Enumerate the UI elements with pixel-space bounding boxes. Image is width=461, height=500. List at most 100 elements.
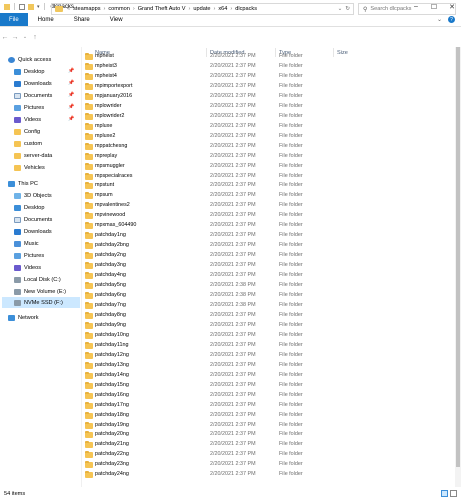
file-name: patchday13ng: [95, 361, 129, 368]
folder-icon: [85, 212, 93, 220]
table-row[interactable]: mpreplay 2/20/2021 2:37 PM File folder: [82, 152, 461, 161]
table-row[interactable]: mpspecialraces 2/20/2021 2:37 PM File fold…: [82, 172, 461, 181]
table-row[interactable]: patchday2ng 2/20/2021 2:37 PM File folder: [82, 252, 461, 260]
file-type: File folder: [279, 371, 303, 378]
nav-downloads[interactable]: Downloads: [14, 78, 52, 89]
table-row[interactable]: mpsmuggler 2/20/2021 2:37 PM File folder: [82, 162, 461, 171]
table-row[interactable]: patchday8ng 2/20/2021 2:37 PM File folder: [82, 311, 461, 320]
nav-videos[interactable]: Videos: [14, 114, 41, 125]
table-row[interactable]: patchday13ng 2/20/2021 2:37 PM File folder: [82, 361, 461, 370]
nav-desktop[interactable]: Desktop: [14, 66, 45, 77]
search-box[interactable]: ⚲: [358, 3, 456, 15]
table-row[interactable]: patchday10ng 2/20/2021 2:37 PM File folder: [82, 331, 461, 340]
table-row[interactable]: mpvalentines2 2/20/2021 2:37 PM File folde…: [82, 202, 461, 210]
nav-pc-documents[interactable]: Documents: [14, 214, 52, 225]
nav-pc-pictures[interactable]: Pictures: [14, 250, 44, 261]
nav-custom[interactable]: custom: [14, 138, 42, 149]
large-icons-view-icon[interactable]: [450, 490, 457, 497]
table-row[interactable]: mpheist 2/20/2021 2:37 PM File folder: [82, 53, 461, 61]
table-row[interactable]: patchday23ng 2/20/2021 2:37 PM File folder: [82, 461, 461, 469]
recent-locations-icon[interactable]: ⌄: [20, 34, 30, 40]
nav-quick-access[interactable]: Quick access: [8, 54, 51, 65]
new-folder-icon[interactable]: [28, 3, 34, 10]
nav-local-disk-c[interactable]: Local Disk (C:): [14, 274, 61, 285]
file-date: 2/20/2021 2:37 PM: [210, 351, 256, 358]
file-name: patchday12ng: [95, 351, 129, 358]
pin-icon: 📌: [68, 80, 75, 86]
vertical-scrollbar[interactable]: [455, 47, 461, 487]
table-row[interactable]: patchday5ng 2/20/2021 2:38 PM File folder: [82, 282, 461, 290]
nav-3d-objects[interactable]: 3D Objects: [14, 190, 52, 201]
nav-vehicles[interactable]: Vehicles: [14, 162, 45, 173]
table-row[interactable]: mpjanuary2016 2/20/2021 2:37 PM File folde…: [82, 92, 461, 101]
table-row[interactable]: patchday17ng 2/20/2021 2:37 PM File folder: [82, 401, 461, 410]
table-row[interactable]: patchday9ng 2/20/2021 2:37 PM File folder: [82, 321, 461, 330]
address-bar[interactable]: « steamapps › common › Grand Theft Auto …: [51, 3, 354, 15]
nav-pictures[interactable]: Pictures: [14, 102, 44, 113]
scrollbar-thumb[interactable]: [456, 47, 460, 467]
table-row[interactable]: patchday12ng 2/20/2021 2:37 PM File folder: [82, 351, 461, 360]
help-icon[interactable]: ?: [448, 16, 455, 23]
up-button[interactable]: ↑: [30, 34, 40, 41]
breadcrumb-gtav[interactable]: Grand Theft Auto V: [136, 6, 188, 12]
nav-nvme-ssd-f[interactable]: NVMe SSD (F:): [2, 297, 80, 308]
back-button[interactable]: ←: [0, 34, 10, 41]
table-row[interactable]: patchday6ng 2/20/2021 2:38 PM File folder: [82, 292, 461, 300]
table-row[interactable]: patchday20ng 2/20/2021 2:37 PM File folder: [82, 431, 461, 439]
table-row[interactable]: mpluxe2 2/20/2021 2:37 PM File folder: [82, 132, 461, 141]
properties-icon[interactable]: [19, 3, 25, 10]
nav-pc-videos[interactable]: Videos: [14, 262, 41, 273]
table-row[interactable]: patchday18ng 2/20/2021 2:37 PM File folder: [82, 411, 461, 420]
table-row[interactable]: patchday21ng 2/20/2021 2:37 PM File folder: [82, 441, 461, 449]
table-row[interactable]: patchday2bng 2/20/2021 2:37 PM File folder: [82, 242, 461, 250]
tab-file[interactable]: File: [0, 13, 28, 26]
expand-ribbon-icon[interactable]: ⌄: [437, 16, 442, 23]
nav-pc-downloads[interactable]: Downloads: [14, 226, 52, 237]
nav-network[interactable]: Network: [8, 312, 39, 323]
nav-server-data[interactable]: server-data: [14, 150, 52, 161]
table-row[interactable]: mpheist3 2/20/2021 2:37 PM File folder: [82, 62, 461, 71]
table-row[interactable]: patchday24ng 2/20/2021 2:37 PM File folder: [82, 471, 461, 479]
table-row[interactable]: mpluxe 2/20/2021 2:37 PM File folder: [82, 122, 461, 131]
table-row[interactable]: mplowrider 2/20/2021 2:37 PM File folder: [82, 102, 461, 111]
table-row[interactable]: mpheist4 2/20/2021 2:37 PM File folder: [82, 72, 461, 81]
table-row[interactable]: mpimportexport 2/20/2021 2:37 PM File fold…: [82, 82, 461, 91]
forward-button[interactable]: →: [10, 34, 20, 41]
table-row[interactable]: mpvinewood 2/20/2021 2:37 PM File folder: [82, 212, 461, 220]
table-row[interactable]: mplowrider2 2/20/2021 2:37 PM File folder: [82, 112, 461, 121]
details-view-icon[interactable]: [441, 490, 448, 497]
breadcrumb-common[interactable]: common: [106, 6, 131, 12]
customize-toolbar-icon[interactable]: ▾: [37, 4, 40, 10]
nav-this-pc[interactable]: This PC: [8, 178, 38, 189]
breadcrumb-steamapps[interactable]: steamapps: [71, 6, 102, 12]
table-row[interactable]: patchday3ng 2/20/2021 2:37 PM File folder: [82, 262, 461, 270]
table-row[interactable]: patchday1ng 2/20/2021 2:37 PM File folder: [82, 232, 461, 240]
table-row[interactable]: patchday16ng 2/20/2021 2:37 PM File folder: [82, 391, 461, 400]
table-row[interactable]: mppatchesng 2/20/2021 2:37 PM File folder: [82, 142, 461, 151]
table-row[interactable]: patchday15ng 2/20/2021 2:37 PM File folder: [82, 381, 461, 390]
table-row[interactable]: mpxmas_604490 2/20/2021 2:37 PM File folde…: [82, 222, 461, 230]
folder-icon: [85, 461, 93, 469]
table-row[interactable]: patchday22ng 2/20/2021 2:37 PM File folder: [82, 451, 461, 459]
breadcrumb-x64[interactable]: x64: [216, 6, 229, 12]
table-row[interactable]: patchday7ng 2/20/2021 2:38 PM File folder: [82, 302, 461, 310]
nav-new-volume-e[interactable]: New Volume (E:): [14, 286, 66, 297]
table-row[interactable]: patchday11ng 2/20/2021 2:37 PM File folder: [82, 341, 461, 350]
table-row[interactable]: patchday14ng 2/20/2021 2:37 PM File folder: [82, 371, 461, 380]
file-type: File folder: [279, 92, 303, 99]
table-row[interactable]: mpsum 2/20/2021 2:37 PM File folder: [82, 192, 461, 200]
nav-pc-desktop[interactable]: Desktop: [14, 202, 45, 213]
table-row[interactable]: patchday4ng 2/20/2021 2:37 PM File folder: [82, 272, 461, 280]
chevron-down-icon[interactable]: ⌄: [338, 6, 343, 12]
refresh-icon[interactable]: ↻: [345, 6, 350, 12]
breadcrumb-dlcpacks[interactable]: dlcpacks: [233, 6, 259, 12]
table-row[interactable]: patchday19ng 2/20/2021 2:37 PM File folder: [82, 421, 461, 430]
nav-music[interactable]: Music: [14, 238, 39, 249]
table-row[interactable]: mpstunt 2/20/2021 2:37 PM File folder: [82, 182, 461, 190]
breadcrumb-update[interactable]: update: [191, 6, 212, 12]
search-input[interactable]: [370, 6, 451, 12]
nav-documents[interactable]: Documents: [14, 90, 52, 101]
file-name: mpvalentines2: [95, 202, 130, 209]
ribbon-tabs: File Home Share View ⌄ ?: [0, 13, 461, 27]
nav-config[interactable]: Config: [14, 126, 40, 137]
